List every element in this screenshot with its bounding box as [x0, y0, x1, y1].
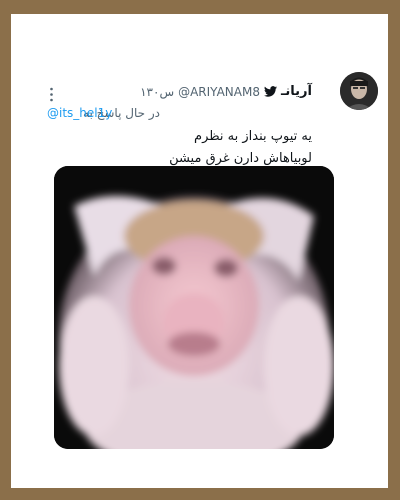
- tweet-media-image[interactable]: [54, 166, 334, 449]
- tweet-card: ۱۳۰س @ARIYANAM8 آریانـ در حال پاسخ به @i…: [11, 14, 388, 488]
- user-handle[interactable]: @ARIYANAM8: [178, 85, 260, 99]
- monkey-photo: [54, 166, 334, 449]
- reply-to-handle[interactable]: @its_hel1y: [47, 106, 112, 120]
- tweet-text: یه تیوپ بنداز به نظرم لوبیاهاش دارن غرق …: [169, 126, 312, 170]
- avatar[interactable]: [340, 72, 378, 110]
- display-name[interactable]: آریانـ: [281, 84, 312, 99]
- tweet-header: ۱۳۰س @ARIYANAM8 آریانـ: [140, 84, 312, 99]
- avatar-image: [340, 72, 378, 110]
- vertical-ellipsis-icon[interactable]: [50, 87, 53, 102]
- tweet-text-line-1: یه تیوپ بنداز به نظرم: [194, 129, 312, 144]
- tweet-timestamp[interactable]: ۱۳۰س: [140, 85, 174, 99]
- twitter-bird-icon: [263, 86, 277, 97]
